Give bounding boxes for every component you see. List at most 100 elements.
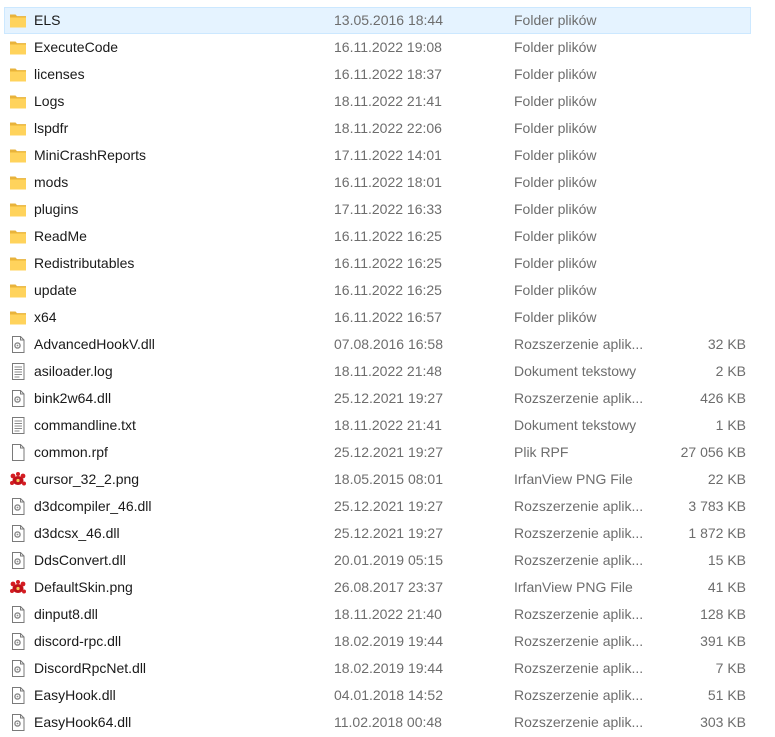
file-type: IrfanView PNG File xyxy=(514,471,633,487)
file-size: 303 KB xyxy=(700,714,746,730)
file-row[interactable]: cursor_32_2.png 18.05.2015 08:01 IrfanView… xyxy=(0,466,775,493)
file-name: cursor_32_2.png xyxy=(34,471,140,487)
file-size: 3 783 KB xyxy=(688,498,746,514)
file-date-modified: 17.11.2022 16:33 xyxy=(334,201,442,217)
file-size: 1 KB xyxy=(715,417,746,433)
file-name: mods xyxy=(34,174,69,190)
file-date-modified: 16.11.2022 19:08 xyxy=(334,39,442,55)
file-row[interactable]: update 16.11.2022 16:25 Folder plików xyxy=(0,277,775,304)
file-date-modified: 25.12.2021 19:27 xyxy=(334,390,443,406)
file-type: Folder plików xyxy=(514,255,597,271)
file-row[interactable]: MiniCrashReports 17.11.2022 14:01 Folder p… xyxy=(0,142,775,169)
file-row[interactable]: asiloader.log 18.11.2022 21:48 Dokument te… xyxy=(0,358,775,385)
file-row[interactable]: Logs 18.11.2022 21:41 Folder plików xyxy=(0,88,775,115)
folder-icon xyxy=(9,201,27,218)
file-name: ReadMe xyxy=(34,228,87,244)
file-date-modified: 16.11.2022 16:57 xyxy=(334,309,442,325)
file-name: plugins xyxy=(34,201,79,217)
file-row[interactable]: lspdfr 18.11.2022 22:06 Folder plików xyxy=(0,115,775,142)
file-date-modified: 18.02.2019 19:44 xyxy=(334,660,443,676)
file-type: Rozszerzenie aplik... xyxy=(514,606,644,622)
file-row[interactable]: ExecuteCode 16.11.2022 19:08 Folder plików xyxy=(0,34,775,61)
file-size: 1 872 KB xyxy=(688,525,746,541)
file-size: 41 KB xyxy=(707,579,746,595)
file-row[interactable]: EasyHook64.dll 11.02.2018 00:48 Rozszerzen… xyxy=(0,709,775,736)
file-name: DiscordRpcNet.dll xyxy=(34,660,147,676)
folder-icon xyxy=(9,39,27,56)
folder-icon xyxy=(9,93,27,110)
file-row[interactable]: licenses 16.11.2022 18:37 Folder plików xyxy=(0,61,775,88)
file-row[interactable]: bink2w64.dll 25.12.2021 19:27 Rozszerzenie… xyxy=(0,385,775,412)
file-type: Dokument tekstowy xyxy=(514,417,637,433)
file-date-modified: 16.11.2022 16:25 xyxy=(334,282,442,298)
file-row[interactable]: x64 16.11.2022 16:57 Folder plików xyxy=(0,304,775,331)
file-size: 391 KB xyxy=(700,633,746,649)
dll-file-icon xyxy=(9,336,27,353)
file-row[interactable]: plugins 17.11.2022 16:33 Folder plików xyxy=(0,196,775,223)
file-list: ELS 13.05.2016 18:44 Folder plików Execute… xyxy=(0,0,775,736)
file-row[interactable]: dinput8.dll 18.11.2022 21:40 Rozszerzenie … xyxy=(0,601,775,628)
file-row[interactable]: discord-rpc.dll 18.02.2019 19:44 Rozszerze… xyxy=(0,628,775,655)
file-row[interactable]: Redistributables 16.11.2022 16:25 Folder p… xyxy=(0,250,775,277)
irfanview-icon xyxy=(9,579,27,596)
file-type: Folder plików xyxy=(514,201,597,217)
file-row[interactable]: ELS 13.05.2016 18:44 Folder plików xyxy=(0,7,775,34)
file-size: 7 KB xyxy=(715,660,746,676)
file-row[interactable]: d3dcsx_46.dll 25.12.2021 19:27 Rozszerzeni… xyxy=(0,520,775,547)
file-row[interactable]: DdsConvert.dll 20.01.2019 05:15 Rozszerzen… xyxy=(0,547,775,574)
file-type: Folder plików xyxy=(514,309,597,325)
file-row[interactable]: commandline.txt 18.11.2022 21:41 Dokument … xyxy=(0,412,775,439)
file-size: 2 KB xyxy=(715,363,746,379)
file-row[interactable]: ReadMe 16.11.2022 16:25 Folder plików xyxy=(0,223,775,250)
file-row[interactable]: AdvancedHookV.dll 07.08.2016 16:58 Rozszer… xyxy=(0,331,775,358)
file-date-modified: 18.11.2022 21:41 xyxy=(334,93,442,109)
file-row[interactable]: d3dcompiler_46.dll 25.12.2021 19:27 Rozsze… xyxy=(0,493,775,520)
folder-icon xyxy=(9,174,27,191)
file-name: lspdfr xyxy=(34,120,69,136)
folder-icon xyxy=(9,255,27,272)
file-date-modified: 16.11.2022 16:25 xyxy=(334,255,442,271)
file-type: IrfanView PNG File xyxy=(514,579,633,595)
file-name: MiniCrashReports xyxy=(34,147,147,163)
file-name: EasyHook64.dll xyxy=(34,714,132,730)
dll-file-icon xyxy=(9,552,27,569)
dll-file-icon xyxy=(9,633,27,650)
irfanview-icon xyxy=(9,471,27,488)
file-size: 27 056 KB xyxy=(680,444,746,460)
file-date-modified: 16.11.2022 16:25 xyxy=(334,228,442,244)
dll-file-icon xyxy=(9,687,27,704)
file-date-modified: 16.11.2022 18:01 xyxy=(334,174,442,190)
file-row[interactable]: mods 16.11.2022 18:01 Folder plików xyxy=(0,169,775,196)
file-row[interactable]: common.rpf 25.12.2021 19:27 Plik RPF 27 056… xyxy=(0,439,775,466)
file-size: 15 KB xyxy=(707,552,746,568)
file-name: ExecuteCode xyxy=(34,39,119,55)
file-type: Rozszerzenie aplik... xyxy=(514,633,644,649)
file-name: DdsConvert.dll xyxy=(34,552,126,568)
file-date-modified: 18.11.2022 21:41 xyxy=(334,417,442,433)
file-type: Folder plików xyxy=(514,120,597,136)
dll-file-icon xyxy=(9,660,27,677)
file-date-modified: 13.05.2016 18:44 xyxy=(334,12,443,28)
file-size: 51 KB xyxy=(707,687,746,703)
file-type: Folder plików xyxy=(514,12,597,28)
file-type: Folder plików xyxy=(514,228,597,244)
file-type: Folder plików xyxy=(514,93,597,109)
file-type: Rozszerzenie aplik... xyxy=(514,498,644,514)
file-size: 426 KB xyxy=(700,390,746,406)
text-file-icon xyxy=(9,363,27,380)
file-type: Rozszerzenie aplik... xyxy=(514,390,644,406)
file-row[interactable]: EasyHook.dll 04.01.2018 14:52 Rozszerzenie… xyxy=(0,682,775,709)
dll-file-icon xyxy=(9,606,27,623)
file-date-modified: 18.11.2022 22:06 xyxy=(334,120,442,136)
file-row[interactable]: DiscordRpcNet.dll 18.02.2019 19:44 Rozszer… xyxy=(0,655,775,682)
file-name: x64 xyxy=(34,309,57,325)
file-date-modified: 18.11.2022 21:40 xyxy=(334,606,442,622)
file-type: Rozszerzenie aplik... xyxy=(514,525,644,541)
dll-file-icon xyxy=(9,714,27,731)
file-row[interactable]: DefaultSkin.png 26.08.2017 23:37 IrfanView… xyxy=(0,574,775,601)
file-date-modified: 18.05.2015 08:01 xyxy=(334,471,443,487)
file-name: d3dcompiler_46.dll xyxy=(34,498,152,514)
file-type: Folder plików xyxy=(514,282,597,298)
file-date-modified: 18.02.2019 19:44 xyxy=(334,633,443,649)
dll-file-icon xyxy=(9,525,27,542)
